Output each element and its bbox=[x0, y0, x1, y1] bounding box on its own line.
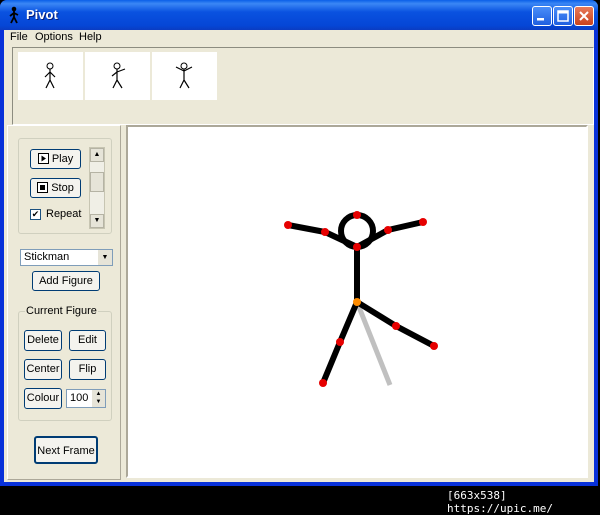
current-figure-group-label: Current Figure bbox=[25, 305, 98, 317]
figure-type-select[interactable]: Stickman ▼ bbox=[20, 249, 113, 266]
stop-button[interactable]: Stop bbox=[30, 178, 81, 198]
joint-handles[interactable] bbox=[284, 211, 438, 387]
flip-button[interactable]: Flip bbox=[69, 359, 106, 380]
control-panel: Play Stop ✔ Repeat ▲ ▼ Stickman ▼ Add Fi… bbox=[7, 125, 121, 480]
spin-down-icon[interactable]: ▼ bbox=[92, 398, 105, 407]
playback-group: Play Stop ✔ Repeat ▲ ▼ bbox=[18, 138, 112, 234]
minimize-icon bbox=[537, 18, 544, 21]
stickman-app-icon bbox=[9, 6, 19, 24]
spin-up-icon[interactable]: ▲ bbox=[92, 390, 105, 398]
repeat-checkbox[interactable]: ✔ bbox=[30, 209, 41, 220]
menu-file[interactable]: File bbox=[10, 31, 28, 43]
menu-bar: File Options Help bbox=[4, 30, 594, 46]
minimize-button[interactable] bbox=[532, 6, 552, 26]
stickman-figure[interactable] bbox=[128, 127, 586, 476]
center-button[interactable]: Center bbox=[24, 359, 62, 380]
edit-button[interactable]: Edit bbox=[69, 330, 106, 351]
window-title: Pivot bbox=[26, 7, 58, 22]
close-icon bbox=[579, 11, 589, 21]
speed-scroll-thumb[interactable] bbox=[90, 172, 104, 192]
figure-size-spinner[interactable]: 100 ▲ ▼ bbox=[66, 389, 106, 408]
menu-options[interactable]: Options bbox=[35, 31, 73, 43]
figure-size-value: 100 bbox=[70, 392, 89, 404]
delete-button[interactable]: Delete bbox=[24, 330, 62, 351]
colour-button[interactable]: Colour bbox=[24, 388, 62, 409]
stop-label: Stop bbox=[51, 182, 74, 194]
next-frame-button[interactable]: Next Frame bbox=[34, 436, 98, 464]
add-figure-button[interactable]: Add Figure bbox=[32, 271, 100, 291]
title-bar[interactable]: Pivot bbox=[0, 0, 598, 30]
stickman-body bbox=[285, 219, 437, 386]
animation-canvas[interactable] bbox=[126, 125, 588, 478]
checkmark-icon: ✔ bbox=[31, 209, 40, 219]
origin-joint[interactable] bbox=[353, 298, 361, 306]
maximize-button[interactable] bbox=[553, 6, 573, 26]
pivot-window: Pivot File Options Help Play Stop ✔ Repe… bbox=[0, 0, 598, 486]
play-button[interactable]: Play bbox=[30, 149, 81, 169]
frame-thumbnail-strip bbox=[12, 47, 594, 125]
footer-watermark: [663x538] https://upic.me/ bbox=[447, 489, 553, 515]
repeat-label: Repeat bbox=[46, 208, 82, 220]
stop-icon bbox=[37, 182, 49, 193]
figure-type-value: Stickman bbox=[24, 251, 70, 263]
current-figure-group: Current Figure Delete Edit Center Flip C… bbox=[18, 305, 112, 421]
play-icon bbox=[37, 153, 49, 164]
menu-help[interactable]: Help bbox=[79, 31, 102, 43]
window-client-area: File Options Help Play Stop ✔ Repeat ▲ ▼… bbox=[4, 30, 594, 482]
speed-scrollbar[interactable]: ▲ ▼ bbox=[89, 147, 105, 229]
scroll-up-arrow-icon[interactable]: ▲ bbox=[90, 148, 104, 162]
frame-thumbnail[interactable] bbox=[18, 52, 83, 100]
frame-thumbnail[interactable] bbox=[85, 52, 150, 100]
maximize-icon bbox=[557, 10, 569, 22]
dropdown-arrow-icon[interactable]: ▼ bbox=[98, 250, 112, 265]
close-button[interactable] bbox=[574, 6, 594, 26]
frame-thumbnail[interactable] bbox=[152, 52, 217, 100]
play-label: Play bbox=[51, 153, 74, 165]
scroll-down-arrow-icon[interactable]: ▼ bbox=[90, 214, 104, 228]
